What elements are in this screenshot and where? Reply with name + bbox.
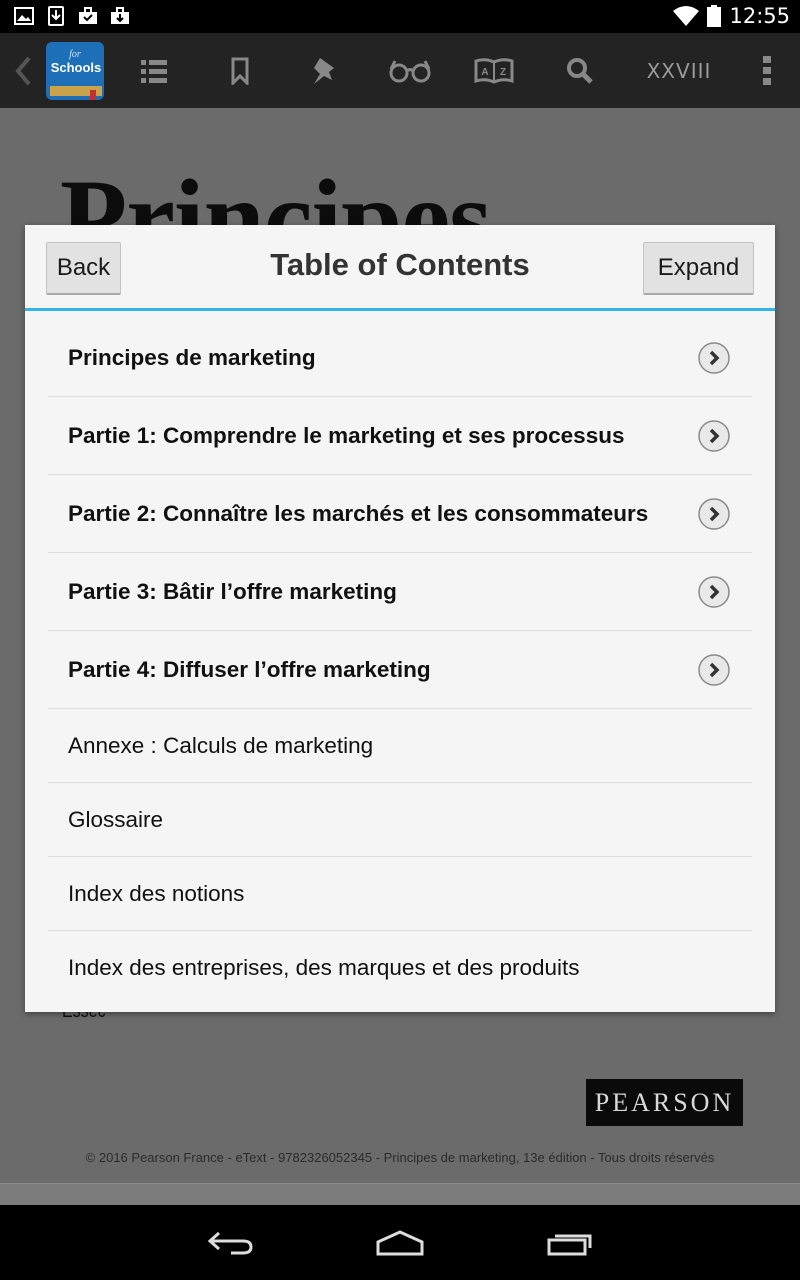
toc-list: Principes de marketing Partie 1: Compren… (48, 319, 752, 1005)
nav-back-button[interactable] (170, 1205, 290, 1280)
toc-item-label: Annexe : Calculs de marketing (68, 732, 374, 758)
search-icon (567, 57, 593, 84)
chevron-right-circle-icon[interactable] (698, 497, 730, 530)
toc-item-label: Partie 3: Bâtir l’offre marketing (68, 578, 397, 604)
glasses-button[interactable] (384, 33, 436, 108)
bookmark-button[interactable] (216, 33, 264, 108)
publisher-logo: PEARSON (586, 1079, 743, 1126)
bookmark-icon (231, 57, 249, 85)
toc-dialog: Back Table of Contents Expand Principes … (25, 225, 775, 1012)
page-number-button[interactable]: XXVIII (638, 33, 720, 108)
toc-item-label: Partie 4: Diffuser l’offre marketing (68, 656, 431, 682)
home-nav-icon (376, 1229, 424, 1255)
toc-item-label: Principes de marketing (68, 344, 316, 370)
expand-button[interactable]: Expand (643, 242, 754, 295)
schools-book-icon: for Schools (46, 41, 104, 100)
toc-item[interactable]: Partie 4: Diffuser l’offre marketing (48, 631, 752, 709)
page-scroll-strip[interactable] (0, 1183, 800, 1205)
svg-text:Z: Z (500, 67, 506, 78)
status-bar: 12:55 (0, 0, 800, 33)
recents-nav-icon (547, 1234, 592, 1255)
dialog-header: Back Table of Contents Expand (25, 225, 775, 311)
toc-item[interactable]: Annexe : Calculs de marketing (48, 709, 752, 783)
wifi-icon (673, 6, 700, 26)
chevron-right-circle-icon[interactable] (698, 419, 730, 452)
chevron-right-circle-icon[interactable] (698, 341, 730, 374)
app-logo[interactable]: for Schools (42, 33, 108, 108)
back-nav-icon (207, 1231, 253, 1254)
list-icon (141, 59, 167, 83)
toc-item-label: Partie 1: Comprendre le marketing et ses… (68, 422, 625, 448)
app-toolbar: for Schools AZ XXVIII (0, 33, 800, 108)
toc-item-label: Glossaire (68, 806, 164, 832)
status-time: 12:55 (729, 4, 790, 28)
copyright-text: © 2016 Pearson France - eText - 97823260… (85, 1150, 715, 1165)
toc-item[interactable]: Index des notions (48, 857, 752, 931)
back-chevron-button[interactable] (8, 33, 38, 108)
toc-item[interactable]: Partie 1: Comprendre le marketing et ses… (48, 397, 752, 475)
overflow-menu-button[interactable] (750, 33, 784, 108)
toc-item-label: Index des notions (68, 880, 245, 906)
logo-text: Schools (51, 60, 102, 75)
pushpin-button[interactable] (300, 33, 348, 108)
toc-item-label: Partie 2: Connaître les marchés et les c… (68, 500, 649, 526)
briefcase-download-icon (111, 7, 129, 24)
toc-item[interactable]: Principes de marketing (48, 319, 752, 397)
dictionary-icon: AZ (474, 57, 514, 84)
page-number: XXVIII (646, 58, 712, 83)
chevron-right-circle-icon[interactable] (698, 653, 730, 686)
battery-icon (707, 5, 722, 27)
dictionary-button[interactable]: AZ (468, 33, 520, 108)
pushpin-icon (314, 57, 334, 84)
toc-item[interactable]: Partie 2: Connaître les marchés et les c… (48, 475, 752, 553)
logo-small-text: for (69, 49, 81, 60)
search-button[interactable] (556, 33, 604, 108)
toc-item[interactable]: Partie 3: Bâtir l’offre marketing (48, 553, 752, 631)
system-nav-bar (0, 1205, 800, 1280)
download-icon (48, 6, 64, 26)
briefcase-check-icon (79, 7, 97, 24)
toc-item-label: Index des entreprises, des marques et de… (68, 955, 580, 980)
toc-item[interactable]: Index des entreprises, des marques et de… (48, 931, 752, 1005)
svg-text:A: A (481, 67, 488, 78)
chevron-left-icon (15, 56, 31, 85)
toc-list-button[interactable] (130, 33, 178, 108)
toc-item[interactable]: Glossaire (48, 783, 752, 857)
nav-recents-button[interactable] (510, 1205, 630, 1280)
nav-home-button[interactable] (340, 1205, 460, 1280)
chevron-right-circle-icon[interactable] (698, 575, 730, 608)
glasses-icon (389, 59, 431, 82)
overflow-menu-icon (763, 55, 771, 85)
image-icon (14, 7, 34, 25)
